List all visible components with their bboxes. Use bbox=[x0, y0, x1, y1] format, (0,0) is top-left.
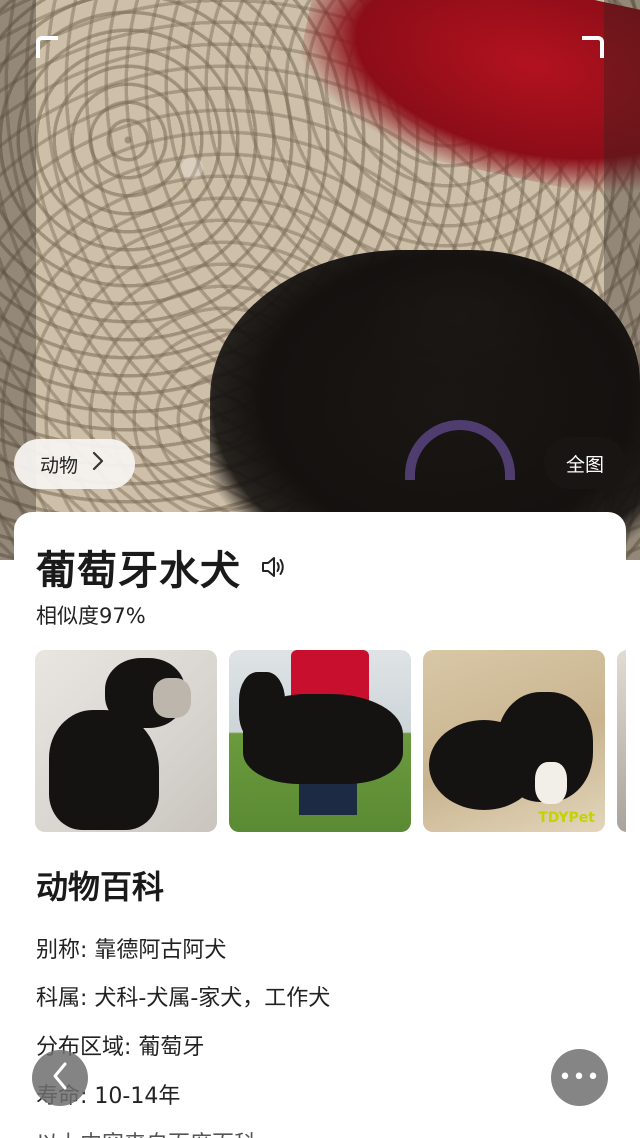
dog-head bbox=[239, 672, 285, 742]
info-value: 犬科-犬属-家犬，工作犬 bbox=[94, 986, 331, 1011]
dog-body bbox=[49, 710, 159, 830]
similar-image-3[interactable]: TDYPet bbox=[423, 650, 605, 832]
image-watermark: TDYPet bbox=[538, 810, 595, 826]
category-label: 动物 bbox=[40, 454, 79, 477]
full-image-label: 全图 bbox=[565, 453, 604, 476]
puppy-chest bbox=[535, 762, 567, 804]
info-label: 别称: bbox=[36, 938, 95, 963]
chevron-right-icon bbox=[92, 451, 104, 477]
info-label: 科属: bbox=[36, 986, 95, 1011]
result-title: 葡萄牙水犬 bbox=[36, 548, 241, 594]
result-card: 葡萄牙水犬 相似度97% TDYPet 动物百科 别称: 靠德阿古阿犬 科属: … bbox=[14, 512, 626, 1138]
similarity-score: 相似度97% bbox=[36, 604, 146, 628]
info-family: 科属: 犬科-犬属-家犬，工作犬 bbox=[36, 980, 330, 1012]
similar-images-strip[interactable]: TDYPet bbox=[35, 650, 626, 832]
source-note: 以上内容来自百度百科 bbox=[36, 1126, 256, 1138]
category-button[interactable]: 动物 bbox=[14, 439, 135, 489]
captured-photo: 动物 全图 bbox=[0, 0, 640, 560]
scan-corner-top-right bbox=[582, 36, 604, 58]
full-image-button[interactable]: 全图 bbox=[544, 437, 626, 489]
info-value: 葡萄牙 bbox=[138, 1035, 205, 1060]
speaker-icon[interactable] bbox=[259, 553, 287, 581]
similar-image-1[interactable] bbox=[35, 650, 217, 832]
encyclopedia-heading: 动物百科 bbox=[36, 868, 165, 906]
dog-head bbox=[360, 250, 560, 390]
back-button[interactable] bbox=[32, 1050, 88, 1106]
more-dots-icon: ••• bbox=[558, 1065, 601, 1090]
scan-corner-top-left bbox=[36, 36, 58, 58]
more-options-button[interactable]: ••• bbox=[551, 1049, 608, 1106]
dog-muzzle bbox=[153, 678, 191, 718]
info-value: 10-14年 bbox=[94, 1084, 181, 1109]
similar-image-2[interactable] bbox=[229, 650, 411, 832]
title-row: 葡萄牙水犬 bbox=[36, 538, 287, 596]
info-alias: 别称: 靠德阿古阿犬 bbox=[36, 932, 226, 964]
chevron-left-icon bbox=[50, 1061, 70, 1095]
similar-image-4[interactable] bbox=[617, 650, 626, 832]
info-value: 靠德阿古阿犬 bbox=[94, 938, 227, 963]
